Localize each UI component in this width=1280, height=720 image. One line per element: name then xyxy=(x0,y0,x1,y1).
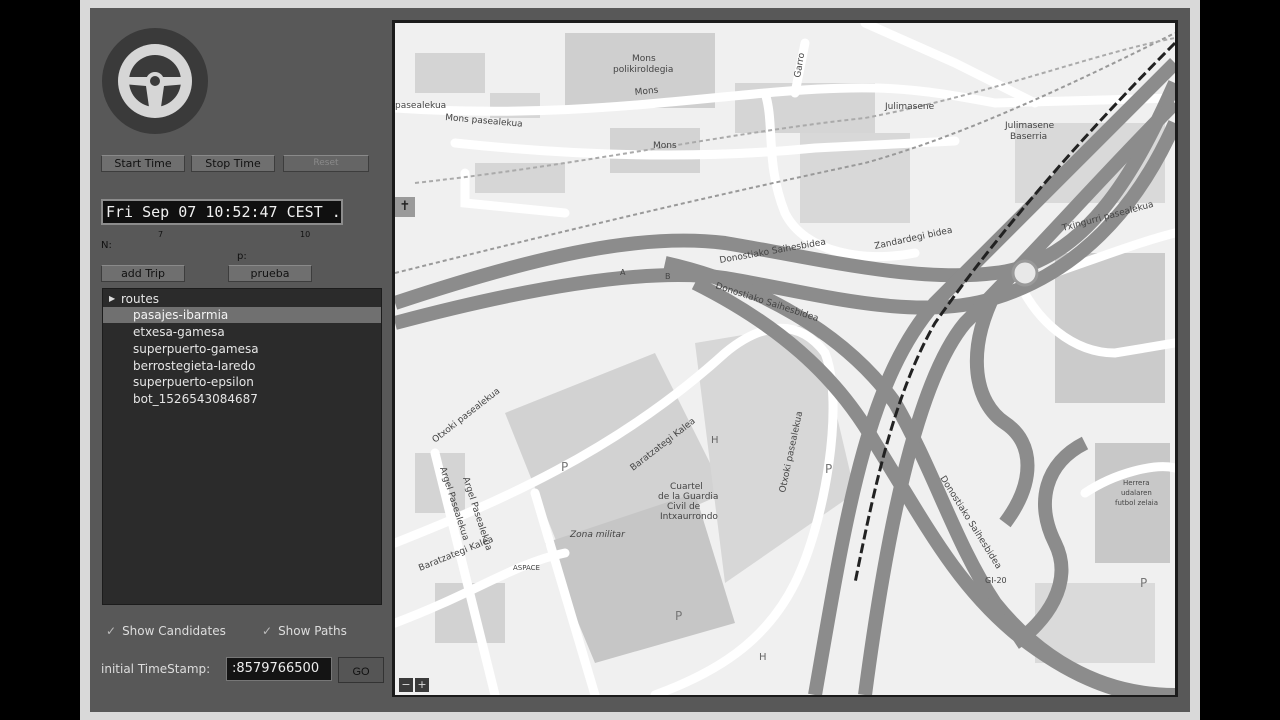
stop-time-button[interactable]: Stop Time xyxy=(191,155,275,172)
expand-arrow-icon[interactable]: ▶ xyxy=(109,291,115,307)
map-label: udalaren xyxy=(1121,489,1152,497)
map-label: Cuartel xyxy=(670,482,703,492)
helipad-icon: H xyxy=(759,652,767,663)
initial-timestamp-input[interactable] xyxy=(226,657,332,681)
parking-icon: P xyxy=(561,460,568,474)
zoom-in-button[interactable]: + xyxy=(415,678,429,692)
route-item[interactable]: pasajes-ibarmia xyxy=(103,307,381,323)
map-label: B xyxy=(665,272,671,281)
go-button[interactable]: GO xyxy=(338,657,384,683)
map-label: Mons xyxy=(653,141,677,151)
route-item[interactable]: superpuerto-gamesa xyxy=(103,341,381,357)
start-time-button[interactable]: Start Time xyxy=(101,155,185,172)
route-item-label: superpuerto-gamesa xyxy=(133,342,259,356)
map-label: Intxaurrondo xyxy=(660,512,718,522)
show-candidates-checkbox[interactable]: ✓ Show Candidates xyxy=(106,624,226,638)
route-item-label: berrostegieta-laredo xyxy=(133,359,256,373)
reset-button[interactable]: Reset xyxy=(283,155,369,172)
map-label: Civil de xyxy=(667,502,701,512)
parking-icon: P xyxy=(825,462,832,476)
map-label: polikiroldegia xyxy=(613,65,673,75)
map-label: A xyxy=(620,268,626,277)
route-item-label: etxesa-gamesa xyxy=(133,325,225,339)
parking-icon: P xyxy=(675,609,682,623)
map-label: pasealekua xyxy=(395,101,446,111)
map-label: futbol zelaia xyxy=(1115,499,1158,507)
checkmark-icon: ✓ xyxy=(106,624,117,638)
route-item[interactable]: bot_1526543084687 xyxy=(103,391,381,407)
map-label: Otxoki pasealekua xyxy=(431,386,502,445)
cemetery-icon: ✝ xyxy=(395,197,415,217)
zoom-out-button[interactable]: − xyxy=(399,678,413,692)
slider-n-tick: 10 xyxy=(300,230,311,239)
parking-icon: P xyxy=(1140,576,1147,590)
map-view[interactable]: Mons polikiroldegia Mons pasealekua pase… xyxy=(395,23,1175,695)
route-item-label: superpuerto-epsilon xyxy=(133,375,254,389)
map-label: Garro xyxy=(793,52,807,79)
route-item[interactable]: superpuerto-epsilon xyxy=(103,374,381,390)
show-paths-checkbox[interactable]: ✓ Show Paths xyxy=(262,624,347,638)
initial-timestamp-label: initial TimeStamp: xyxy=(101,662,211,676)
route-item-label: bot_1526543084687 xyxy=(133,392,258,406)
route-item[interactable]: berrostegieta-laredo xyxy=(103,358,381,374)
add-trip-button[interactable]: add Trip xyxy=(101,265,185,282)
map-label: ASPACE xyxy=(513,564,540,572)
map-label: Zona militar xyxy=(569,530,626,540)
checkmark-icon: ✓ xyxy=(262,624,273,638)
map-label: Mons xyxy=(632,54,656,64)
routes-tree[interactable]: ▶ routes pasajes-ibarmia etxesa-gamesa s… xyxy=(102,288,382,605)
show-paths-label: Show Paths xyxy=(278,624,347,638)
prueba-button[interactable]: prueba xyxy=(228,265,312,282)
steering-wheel-logo-icon xyxy=(102,28,208,134)
map-label: Julimasene xyxy=(1004,121,1055,131)
show-candidates-label: Show Candidates xyxy=(122,624,226,638)
slider-p-label: p: xyxy=(237,251,247,262)
map-label: de la Guardia xyxy=(658,492,718,502)
helipad-icon: H xyxy=(711,435,719,446)
map-label: Baserria xyxy=(1010,132,1047,142)
tree-root-label: routes xyxy=(121,292,159,306)
slider-n-tick: 7 xyxy=(158,230,164,239)
route-item-label: pasajes-ibarmia xyxy=(133,308,229,322)
map-label: Herrera xyxy=(1123,479,1150,487)
tree-root-routes[interactable]: ▶ routes xyxy=(103,291,381,307)
map-label: GI-20 xyxy=(985,576,1007,585)
slider-n-label: N: xyxy=(101,240,112,251)
datetime-display: Fri Sep 07 10:52:47 CEST ... xyxy=(101,199,343,225)
map-label: Julimasene xyxy=(884,102,935,112)
map-label: Zandardegi bidea xyxy=(874,226,954,252)
route-item[interactable]: etxesa-gamesa xyxy=(103,324,381,340)
